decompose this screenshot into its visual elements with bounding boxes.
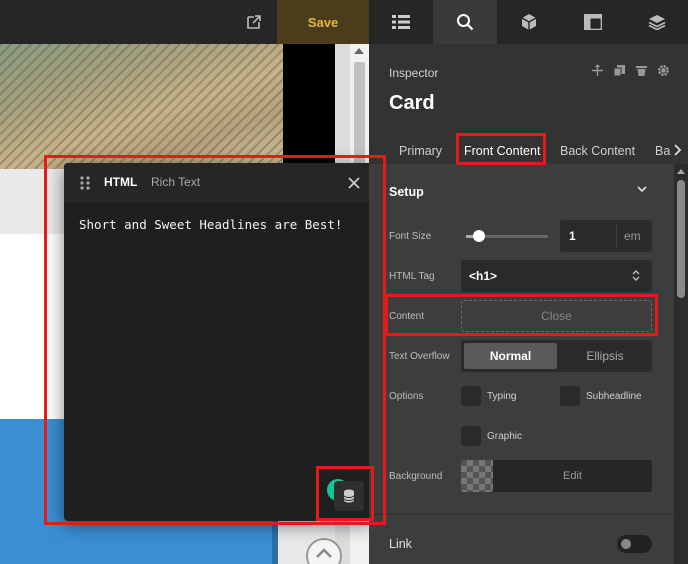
database-icon <box>343 489 355 503</box>
layout-icon <box>584 14 602 30</box>
list-icon <box>392 15 410 29</box>
section-divider <box>369 514 674 515</box>
inspector-actions <box>591 64 670 77</box>
save-button[interactable]: Save <box>277 0 369 44</box>
content-close-button[interactable]: Close <box>461 300 652 332</box>
html-content-text[interactable]: Short and Sweet Headlines are Best! <box>79 217 342 232</box>
elements-button[interactable] <box>497 0 561 44</box>
external-link-icon <box>247 15 261 29</box>
text-overflow-toggle: Normal Ellipsis <box>461 340 652 372</box>
unit-divider <box>616 224 617 248</box>
typing-checkbox[interactable] <box>461 386 481 406</box>
close-icon[interactable] <box>346 175 362 191</box>
tab-primary[interactable]: Primary <box>399 144 442 158</box>
typing-label[interactable]: Typing <box>487 391 516 402</box>
inspector-button[interactable] <box>433 0 497 44</box>
layers-button[interactable] <box>625 0 688 44</box>
content-editor-popup: HTML Rich Text Short and Sweet Headlines… <box>64 163 374 521</box>
inspector-scroll-up-icon[interactable] <box>677 169 685 174</box>
open-preview-button[interactable] <box>232 0 276 44</box>
chevron-right-icon[interactable] <box>674 144 682 156</box>
text-overflow-label: Text Overflow <box>389 351 450 362</box>
trash-icon[interactable] <box>635 64 648 77</box>
beach-photo <box>0 44 283 169</box>
html-tag-select[interactable]: <h1> <box>461 260 652 292</box>
subheadline-checkbox[interactable] <box>560 386 580 406</box>
inspector-panel: Inspector Card Primary Front Content Bac… <box>369 44 688 564</box>
background-edit-button[interactable]: Edit <box>493 460 652 492</box>
top-toolbar: Save <box>0 0 688 44</box>
element-title: Card <box>389 92 435 114</box>
popup-header: HTML Rich Text <box>64 163 374 203</box>
slider-handle[interactable] <box>473 230 485 242</box>
scroll-up-arrow-icon[interactable] <box>354 48 364 54</box>
background-control: Edit <box>461 460 652 492</box>
drag-handle-icon[interactable] <box>78 176 92 190</box>
tab-truncated[interactable]: Ba <box>655 144 670 158</box>
setup-section: Setup Font Size 1 em HTML Tag <h1> Conte… <box>369 164 674 564</box>
chevron-up-icon <box>316 548 332 558</box>
chevron-down-icon[interactable] <box>637 186 647 193</box>
options-label: Options <box>389 391 424 402</box>
select-arrows-icon <box>632 270 640 281</box>
search-icon <box>457 14 474 31</box>
background-swatch[interactable] <box>461 460 493 492</box>
content-label: Content <box>389 311 425 322</box>
font-size-value: 1 <box>569 229 576 243</box>
move-icon[interactable] <box>591 64 604 77</box>
font-size-label: Font Size <box>389 231 432 242</box>
copy-icon[interactable] <box>613 64 626 77</box>
outline-button[interactable] <box>369 0 433 44</box>
app-root: Save HTML Rich Text Short and Sweet Head… <box>0 0 688 564</box>
inspector-label: Inspector <box>389 66 439 80</box>
html-tag-value: <h1> <box>469 269 498 283</box>
font-size-unit[interactable]: em <box>624 229 641 243</box>
overflow-normal-option[interactable]: Normal <box>464 343 557 369</box>
html-tag-label: HTML Tag <box>389 271 435 282</box>
tab-back-content[interactable]: Back Content <box>560 144 635 158</box>
link-toggle[interactable] <box>617 535 652 553</box>
cube-icon <box>521 14 537 30</box>
dynamic-data-button[interactable] <box>334 481 364 511</box>
section-title[interactable]: Setup <box>389 185 424 199</box>
overflow-ellipsis-option[interactable]: Ellipsis <box>561 343 649 369</box>
subheadline-label[interactable]: Subheadline <box>586 391 642 402</box>
link-label: Link <box>389 537 412 551</box>
graphic-checkbox[interactable] <box>461 426 481 446</box>
font-size-input[interactable]: 1 em <box>560 220 652 252</box>
layers-icon <box>648 15 665 30</box>
background-label: Background <box>389 471 443 482</box>
tab-front-content[interactable]: Front Content <box>464 144 540 158</box>
layout-button[interactable] <box>561 0 625 44</box>
inspector-scroll-thumb[interactable] <box>677 180 685 298</box>
toggle-knob <box>621 539 631 549</box>
tab-html[interactable]: HTML <box>104 175 137 189</box>
graphic-label[interactable]: Graphic <box>487 431 522 442</box>
inspector-scrollbar[interactable] <box>674 164 688 564</box>
gear-icon[interactable] <box>657 64 670 77</box>
tab-rich-text[interactable]: Rich Text <box>151 175 200 189</box>
